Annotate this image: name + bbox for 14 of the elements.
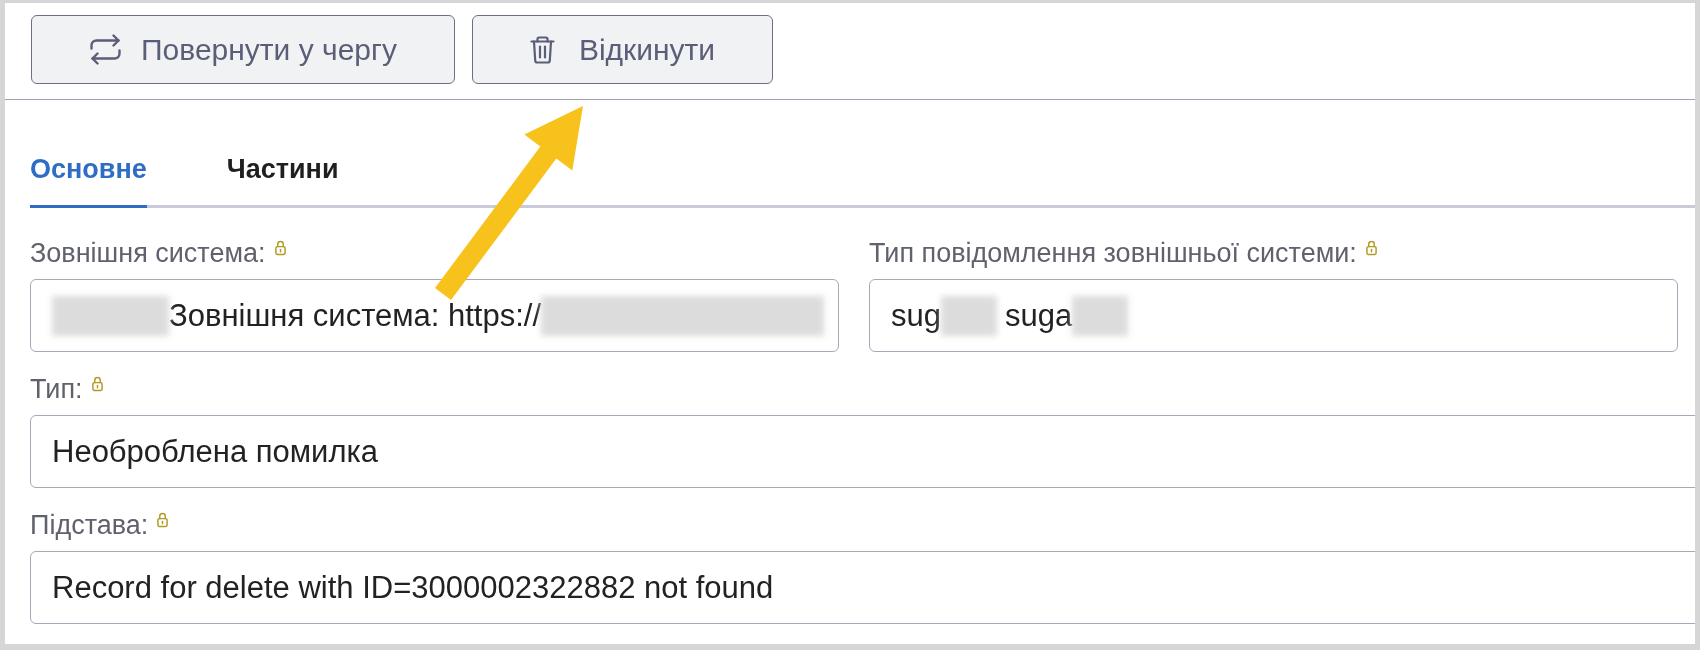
tab[interactable]: Частини bbox=[226, 139, 339, 208]
repeat-arrows-icon bbox=[89, 34, 123, 65]
field-label: Тип: bbox=[30, 374, 83, 404]
tab[interactable]: Основне bbox=[30, 139, 147, 208]
trash-icon bbox=[529, 35, 555, 64]
field-label: Підстава: bbox=[30, 510, 149, 540]
text-field[interactable]: Необроблена помилка bbox=[30, 415, 1695, 488]
discard-button[interactable]: Відкинути bbox=[472, 15, 773, 84]
text-field[interactable]: sug suga bbox=[869, 279, 1678, 352]
field-label: Тип повідомлення зовнішньої системи: bbox=[869, 238, 1357, 268]
return-to-queue-button[interactable]: Повернути у чергу bbox=[31, 15, 455, 84]
field-label: Зовнішня система: bbox=[30, 238, 266, 268]
text-field[interactable]: Зовнішня система: https:// bbox=[30, 279, 839, 352]
text-field[interactable]: Record for delete with ID=3000002322882 not found bbox=[30, 551, 1695, 624]
